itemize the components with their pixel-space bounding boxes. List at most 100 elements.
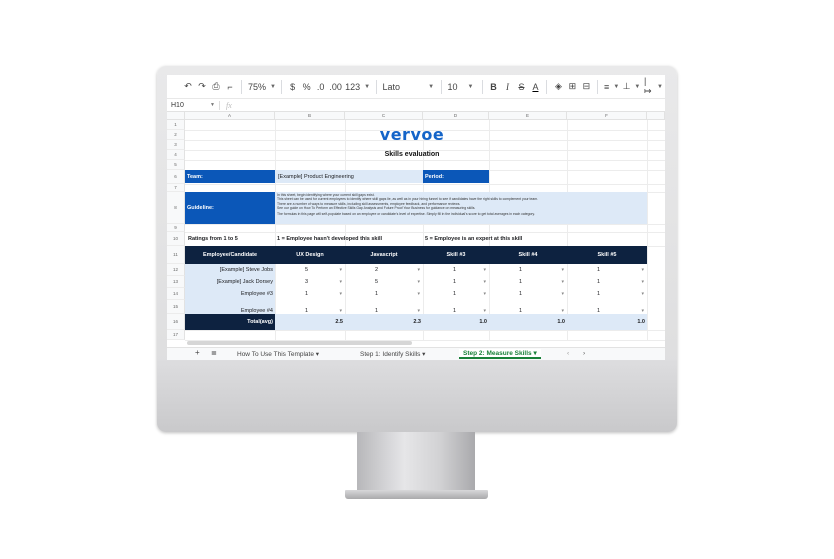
row-header[interactable]: 12 [167,264,185,276]
row-header[interactable]: 16 [167,314,185,330]
score-dropdown[interactable]: 1 ▾ [567,300,647,314]
italic-button[interactable]: I [500,79,514,95]
team-value[interactable]: [Example] Product Engineering [275,170,423,183]
percent-button[interactable]: % [300,79,314,95]
rating-high-note[interactable]: 5 = Employee is an expert at this skill [423,232,567,246]
score-dropdown[interactable]: 1 ▾ [489,300,567,314]
row-header[interactable]: 9 [167,224,185,232]
row-header[interactable]: 5 [167,160,185,170]
increase-decimal-button[interactable]: .00 [328,79,344,95]
score-dropdown[interactable]: 2 ▾ [345,264,423,276]
score-dropdown[interactable]: 1 ▾ [489,288,567,300]
currency-button[interactable]: $ [286,79,300,95]
row-header[interactable]: 14 [167,288,185,300]
column-header-e[interactable]: E [489,112,567,120]
score-dropdown[interactable]: 1 ▾ [489,264,567,276]
total-label[interactable]: Total(avg) [185,314,275,330]
header-skill-3[interactable]: Skill #3 [423,246,489,264]
column-header-f[interactable]: F [567,112,647,120]
number-format-select[interactable]: 123 ▼ [344,79,372,95]
header-skill-5[interactable]: Skill #5 [567,246,647,264]
tab-scroll-right-icon[interactable]: › [583,350,585,357]
rating-low-note[interactable]: 1 = Employee hasn't developed this skill [275,232,423,246]
column-header-g[interactable] [647,112,665,120]
paint-format-icon[interactable]: ⌐ [223,79,237,95]
score-dropdown[interactable]: 5 ▾ [275,264,345,276]
score-dropdown[interactable]: 5 ▾ [345,276,423,288]
plus-icon[interactable]: + [195,348,200,357]
undo-icon[interactable]: ↶ [181,79,195,95]
select-all-corner[interactable] [167,112,185,120]
column-header-b[interactable]: B [275,112,345,120]
strikethrough-button[interactable]: S [514,79,528,95]
score-dropdown[interactable]: 1 ▾ [423,276,489,288]
print-icon[interactable]: ⎙ [209,79,223,95]
header-employee[interactable]: Employee/Candidate [185,246,275,264]
row-header[interactable]: 17 [167,330,185,340]
fill-color-icon[interactable]: ◈ [551,79,565,95]
score-dropdown[interactable]: 1 ▾ [567,264,647,276]
score-dropdown[interactable]: 1 ▾ [345,300,423,314]
row-header[interactable]: 3 [167,140,185,150]
header-ux-design[interactable]: UX Design [275,246,345,264]
team-label[interactable]: Team: [185,170,275,183]
score-dropdown[interactable]: 1 ▾ [423,300,489,314]
zoom-select[interactable]: 75% ▼ [246,79,277,95]
header-javascript[interactable]: Javascript [345,246,423,264]
total-value[interactable]: 2.5 [275,314,345,330]
vertical-align-icon[interactable]: ⊥ ▼ [621,79,642,95]
sheet-tab[interactable]: How To Use This Template ▾ [237,350,319,358]
font-size-select[interactable]: 10 ▼ [446,79,478,95]
row-header[interactable]: 7 [167,184,185,192]
bold-button[interactable]: B [486,79,500,95]
row-header[interactable]: 15 [167,300,185,314]
horizontal-scrollbar[interactable] [187,341,412,345]
score-dropdown[interactable]: 3 ▾ [275,276,345,288]
row-header[interactable]: 8 [167,192,185,224]
redo-icon[interactable]: ↷ [195,79,209,95]
sheet-tab-active[interactable]: Step 2: Measure Skills ▾ [459,349,541,359]
sheet-list-icon[interactable]: ≣ [211,349,217,357]
borders-icon[interactable]: ⊞ [565,79,579,95]
text-wrap-icon[interactable]: |↦ ▼ [642,76,665,96]
period-label[interactable]: Period: [423,170,489,183]
name-box[interactable]: H10 ▼ [167,102,219,109]
total-value[interactable]: 1.0 [489,314,567,330]
tab-scroll-left-icon[interactable]: ‹ [567,350,569,357]
row-header[interactable]: 2 [167,130,185,140]
guideline-label[interactable]: Guideline: [185,192,275,224]
column-header-c[interactable]: C [345,112,423,120]
ratings-label[interactable]: Ratings from 1 to 5 [186,232,275,246]
total-value[interactable]: 1.0 [423,314,489,330]
employee-name[interactable]: Employee #4 [185,300,275,314]
total-value[interactable]: 1.0 [567,314,647,330]
score-dropdown[interactable]: 1 ▾ [423,288,489,300]
row-header[interactable]: 6 [167,170,185,184]
employee-name[interactable]: [Example] Jack Dorsey [185,276,275,288]
row-header[interactable]: 11 [167,246,185,264]
score-dropdown[interactable]: 1 ▾ [567,276,647,288]
row-header[interactable]: 1 [167,120,185,130]
header-skill-4[interactable]: Skill #4 [489,246,567,264]
score-dropdown[interactable]: 1 ▾ [423,264,489,276]
score-dropdown[interactable]: 1 ▾ [345,288,423,300]
score-dropdown[interactable]: 1 ▾ [275,300,345,314]
score-dropdown[interactable]: 1 ▾ [489,276,567,288]
row-header[interactable]: 10 [167,232,185,246]
employee-name[interactable]: [Example] Steve Jobs [185,264,275,276]
column-header-a[interactable]: A [185,112,275,120]
decrease-decimal-button[interactable]: .0 [314,79,328,95]
text-color-button[interactable]: A [528,79,542,95]
row-header[interactable]: 13 [167,276,185,288]
horizontal-align-icon[interactable]: ≡ ▼ [602,79,621,95]
total-value[interactable]: 2.3 [345,314,423,330]
score-dropdown[interactable]: 1 ▾ [567,288,647,300]
merge-cells-icon[interactable]: ⊟ [579,79,593,95]
score-dropdown[interactable]: 1 ▾ [275,288,345,300]
employee-name[interactable]: Employee #3 [185,288,275,300]
vervoe-logo: vervoe [379,125,445,144]
font-select[interactable]: Lato ▼ [381,79,437,95]
column-header-d[interactable]: D [423,112,489,120]
sheet-tab[interactable]: Step 1: Identify Skills ▾ [360,350,425,358]
row-header[interactable]: 4 [167,150,185,160]
